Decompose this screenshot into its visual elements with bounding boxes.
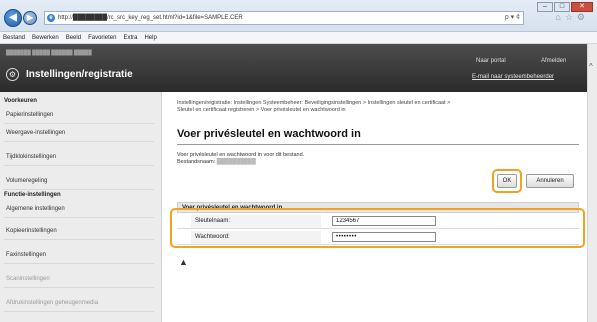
- menu-item-view[interactable]: Beeld: [66, 32, 81, 43]
- page-header-title: Instellingen/registratie: [26, 69, 133, 80]
- address-controls[interactable]: ρ ▾ ¢: [505, 12, 520, 24]
- portal-link[interactable]: Naar portal: [476, 58, 506, 64]
- scroll-up-icon[interactable]: ^: [589, 62, 593, 71]
- email-admin-link[interactable]: E-mail naar systeembeheerder: [472, 74, 554, 80]
- page-title: Voer privésleutel en wachtwoord in: [177, 128, 361, 140]
- ok-button[interactable]: OK: [497, 174, 517, 188]
- forward-icon[interactable]: ▶: [23, 11, 37, 25]
- ie-logo-icon: e: [47, 14, 55, 22]
- maximize-button[interactable]: □: [554, 2, 570, 12]
- toolbar-icons: ⌂☆⚙: [555, 12, 589, 23]
- title-divider: [177, 144, 579, 145]
- main-content: Instellingen/registratie: Instellingen S…: [163, 92, 587, 322]
- star-icon[interactable]: ☆: [565, 12, 577, 22]
- sidebar-heading-functions: Functie-instellingen: [4, 192, 61, 198]
- sidebar-item-scan-settings[interactable]: Scaninstellingen: [4, 270, 154, 288]
- app-header: ███████ █████ ██████ █████ ⚙ Instellinge…: [0, 44, 587, 92]
- address-url: http://████████/rc_src_key_reg_set.html?…: [58, 15, 243, 21]
- device-info: ███████ █████ ██████ █████: [6, 50, 92, 56]
- close-window-button[interactable]: ✕: [571, 2, 593, 12]
- sidebar-item-timer-settings[interactable]: Tijdklokinstellingen: [4, 148, 154, 166]
- password-label: Wachtwoord:: [191, 231, 321, 244]
- browser-titlebar: – □ ✕ ◀ ▶ e http://████████/rc_src_key_r…: [0, 0, 597, 32]
- breadcrumb-line-2[interactable]: Sleutel en certificaat registreren > Voe…: [177, 107, 579, 114]
- breadcrumb-line-1[interactable]: Instellingen/registratie: Instellingen S…: [177, 100, 579, 107]
- filename-label: Bestandsnaam:: [177, 159, 216, 165]
- settings-gear-icon: ⚙: [6, 68, 19, 81]
- window-controls: – □ ✕: [536, 2, 593, 12]
- sidebar-item-fax-settings[interactable]: Faxinstellingen: [4, 246, 154, 264]
- menu-item-edit[interactable]: Bewerken: [32, 32, 59, 43]
- home-icon[interactable]: ⌂: [555, 12, 564, 22]
- sidebar-item-volume-settings[interactable]: Volumeregeling: [4, 172, 154, 190]
- address-bar[interactable]: e http://████████/rc_src_key_reg_set.htm…: [44, 11, 524, 25]
- vertical-scrollbar[interactable]: ^: [587, 44, 597, 322]
- sidebar-heading-preferences: Voorkeuren: [4, 98, 37, 104]
- breadcrumb: Instellingen/registratie: Instellingen S…: [177, 100, 579, 114]
- sidebar: Voorkeuren Papierinstellingen Weergave-i…: [0, 92, 162, 322]
- to-top-icon[interactable]: ▲: [179, 257, 188, 267]
- minimize-button[interactable]: –: [537, 2, 553, 12]
- menu-item-tools[interactable]: Extra: [123, 32, 137, 43]
- back-icon[interactable]: ◀: [4, 9, 22, 27]
- logout-link[interactable]: Afmelden: [541, 58, 566, 64]
- description-text: Voer privésleutel en wachtwoord in voor …: [177, 152, 305, 158]
- password-input[interactable]: ••••••••: [332, 232, 436, 242]
- filename-value: ██████████: [216, 159, 256, 165]
- key-name-row: Sleutelnaam:: [177, 214, 579, 229]
- filename-line: Bestandsnaam: ██████████: [177, 159, 304, 166]
- sidebar-item-copy-settings[interactable]: Kopieerinstellingen: [4, 222, 154, 240]
- key-name-label: Sleutelnaam:: [191, 215, 321, 228]
- menu-item-file[interactable]: Bestand: [3, 32, 25, 43]
- sidebar-item-display-settings[interactable]: Weergave-instellingen: [4, 124, 154, 142]
- password-row: Wachtwoord: ••••••••: [177, 230, 579, 245]
- gear-icon[interactable]: ⚙: [577, 12, 589, 22]
- cancel-button[interactable]: Annuleren: [526, 174, 574, 188]
- menu-item-help[interactable]: Help: [144, 32, 156, 43]
- menu-item-favorites[interactable]: Favorieten: [88, 32, 116, 43]
- key-name-input[interactable]: [332, 216, 436, 226]
- sidebar-item-paper-settings[interactable]: Papierinstellingen: [4, 106, 154, 124]
- sidebar-item-common-settings[interactable]: Algemene instellingen: [4, 200, 154, 218]
- description: Voer privésleutel en wachtwoord in voor …: [177, 152, 304, 166]
- sidebar-item-media-print-settings[interactable]: Afdrukinstellingen geheugenmedia: [4, 294, 154, 312]
- menu-bar: Bestand Bewerken Beeld Favorieten Extra …: [0, 32, 597, 44]
